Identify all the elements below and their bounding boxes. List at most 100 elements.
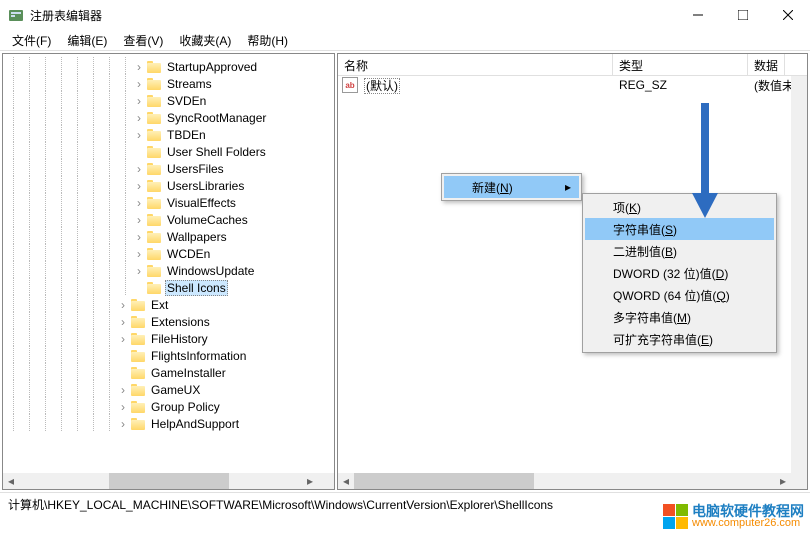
chevron-right-icon[interactable]: › [133,265,145,277]
folder-icon [147,197,161,209]
tree-item[interactable]: ›FileHistory [5,330,334,347]
tree-item[interactable]: FlightsInformation [5,347,334,364]
tree-item[interactable]: ›VisualEffects [5,194,334,211]
scroll-right-icon[interactable]: ▸ [775,473,791,489]
tree-item[interactable]: Shell Icons [5,279,334,296]
list-scrollbar-v[interactable] [791,76,807,473]
ctx-new-multi[interactable]: 多字符串值(M) [585,306,774,328]
tree-item[interactable]: ›Streams [5,75,334,92]
menu-help[interactable]: 帮助(H) [243,30,292,51]
tree-panel: ›StartupApproved›Streams›SVDEn›SyncRootM… [2,53,335,490]
menu-favorites[interactable]: 收藏夹(A) [175,30,235,51]
menu-file[interactable]: 文件(F) [8,30,55,51]
chevron-right-icon[interactable]: › [133,231,145,243]
chevron-right-icon[interactable]: › [117,401,129,413]
chevron-right-icon[interactable]: › [133,112,145,124]
chevron-right-icon[interactable]: › [117,316,129,328]
ctx-new-dword[interactable]: DWORD (32 位)值(D) [585,262,774,284]
tree-item[interactable]: › Ext [5,296,334,313]
chevron-right-icon[interactable]: › [133,214,145,226]
string-value-icon: ab [342,77,358,93]
tree-item[interactable]: ›Wallpapers [5,228,334,245]
chevron-right-icon[interactable]: › [117,418,129,430]
tree-item[interactable]: › TBDEn [5,126,334,143]
chevron-right-icon[interactable]: › [133,248,145,260]
context-menu: 新建(N) ▸ [441,173,582,201]
folder-icon [147,112,161,124]
scroll-left-icon[interactable]: ◂ [3,473,19,489]
chevron-right-icon[interactable]: › [133,180,145,192]
tree-item[interactable]: ›UsersLibraries [5,177,334,194]
submenu-arrow-icon: ▸ [565,180,571,194]
tree-item-label: FlightsInformation [149,349,248,363]
col-data[interactable]: 数据 [748,54,785,75]
folder-icon [131,299,145,311]
col-name[interactable]: 名称 [338,54,613,75]
tree-item[interactable]: ›WindowsUpdate [5,262,334,279]
chevron-right-icon[interactable]: › [117,299,129,311]
watermark-logo-icon [663,504,688,529]
tree-scrollbar-h[interactable]: ◂ ▸ [3,473,318,489]
ctx-new-expand[interactable]: 可扩充字符串值(E) [585,328,774,350]
app-icon [8,7,24,23]
folder-icon [147,78,161,90]
ctx-new-qword[interactable]: QWORD (64 位)值(Q) [585,284,774,306]
col-type[interactable]: 类型 [613,54,748,75]
tree-item[interactable]: › SyncRootManager [5,109,334,126]
tree-item[interactable]: GameInstaller [5,364,334,381]
folder-icon [131,350,145,362]
tree-item[interactable]: ›GameUX [5,381,334,398]
folder-icon [147,146,161,158]
tree-item-label: Ext [149,298,170,312]
ctx-new-key[interactable]: 项(K) [585,196,774,218]
tree-item[interactable]: › Group Policy [5,398,334,415]
close-button[interactable] [765,0,810,30]
tree-item[interactable]: ›WCDEn [5,245,334,262]
list-row[interactable]: ab (默认) REG_SZ (数值未 [338,76,807,94]
tree-item[interactable]: ›StartupApproved [5,58,334,75]
folder-icon [147,95,161,107]
chevron-right-icon[interactable]: › [133,197,145,209]
maximize-button[interactable] [720,0,765,30]
list-scrollbar-h[interactable]: ◂ ▸ [338,473,791,489]
menu-edit[interactable]: 编辑(E) [63,30,111,51]
context-submenu-new: 项(K) 字符串值(S) 二进制值(B) DWORD (32 位)值(D) QW… [582,193,777,353]
list-header: 名称 类型 数据 [338,54,807,76]
tree-item-label: Group Policy [149,400,222,414]
ctx-new-string[interactable]: 字符串值(S) [585,218,774,240]
window-title: 注册表编辑器 [30,7,675,24]
chevron-right-icon[interactable]: › [133,129,145,141]
folder-icon [147,282,161,294]
tree-item-label: Shell Icons [165,280,228,296]
folder-icon [147,163,161,175]
tree-item-label: SyncRootManager [165,111,268,125]
scroll-right-icon[interactable]: ▸ [302,473,318,489]
tree-item[interactable]: User Shell Folders [5,143,334,160]
tree-item[interactable]: ›HelpAndSupport [5,415,334,432]
tree-item[interactable]: ›UsersFiles [5,160,334,177]
tree-item-label: GameInstaller [149,366,228,380]
chevron-right-icon[interactable]: › [133,163,145,175]
tree-item[interactable]: › VolumeCaches [5,211,334,228]
chevron-right-icon[interactable]: › [117,384,129,396]
folder-icon [147,214,161,226]
tree-item-label: User Shell Folders [165,145,268,159]
chevron-right-icon[interactable]: › [133,61,145,73]
ctx-new[interactable]: 新建(N) ▸ [444,176,579,198]
tree-item[interactable]: ›SVDEn [5,92,334,109]
menu-view[interactable]: 查看(V) [119,30,167,51]
minimize-button[interactable] [675,0,720,30]
watermark: 电脑软硬件教程网 www.computer26.com [663,504,804,529]
chevron-right-icon[interactable]: › [133,78,145,90]
scroll-left-icon[interactable]: ◂ [338,473,354,489]
ctx-new-binary[interactable]: 二进制值(B) [585,240,774,262]
folder-icon [131,333,145,345]
tree-item-label: TBDEn [165,128,208,142]
chevron-right-icon[interactable]: › [133,95,145,107]
tree-item[interactable]: ›Extensions [5,313,334,330]
annotation-arrow-icon [690,103,720,218]
folder-icon [131,316,145,328]
folder-icon [147,248,161,260]
chevron-right-icon[interactable]: › [117,333,129,345]
tree-item-label: VolumeCaches [165,213,250,227]
